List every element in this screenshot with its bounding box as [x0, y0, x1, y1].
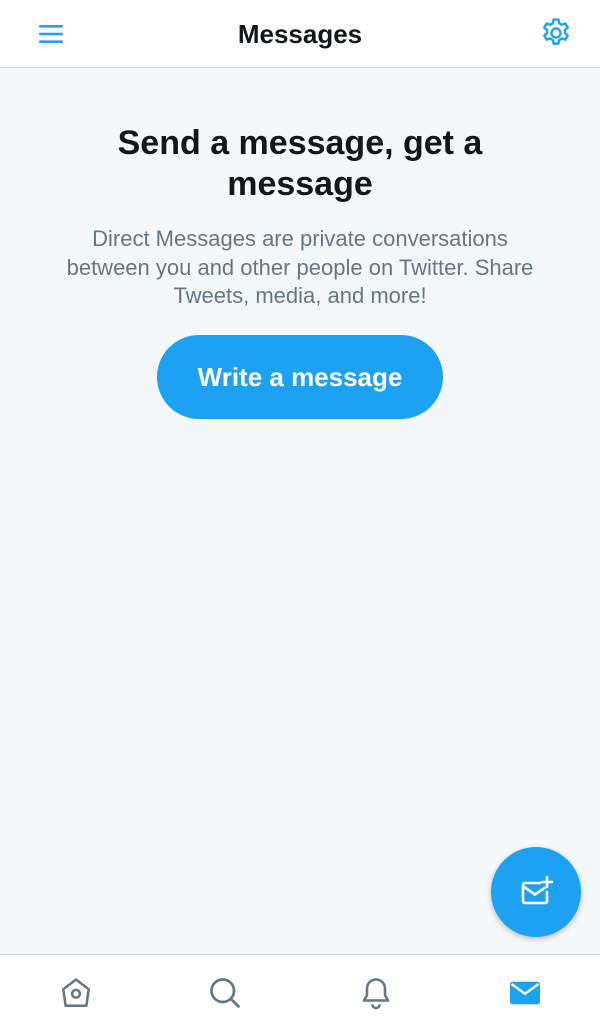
bell-icon [362, 978, 390, 1010]
settings-button[interactable] [538, 15, 574, 51]
tab-messages[interactable] [505, 973, 545, 1013]
tab-search[interactable] [205, 973, 245, 1013]
gear-icon [543, 18, 569, 45]
new-message-fab[interactable] [491, 847, 581, 937]
messages-screen: Messages Send a message, get a message D… [0, 0, 600, 1034]
bottom-tab-bar [0, 954, 600, 1034]
empty-state-headline: Send a message, get a message [117, 124, 483, 203]
tab-notifications[interactable] [356, 973, 396, 1013]
empty-state-description: Direct Messages are private conversation… [66, 226, 534, 308]
envelope-icon [510, 981, 540, 1005]
new-message-icon [521, 875, 554, 905]
page-title: Messages [237, 19, 363, 49]
empty-state: Send a message, get a message Direct Mes… [0, 68, 600, 419]
home-icon [61, 978, 91, 1008]
tab-home[interactable] [56, 973, 96, 1013]
search-icon [210, 978, 240, 1008]
write-message-button[interactable]: Write a message [157, 334, 443, 419]
top-bar: Messages [0, 0, 600, 68]
